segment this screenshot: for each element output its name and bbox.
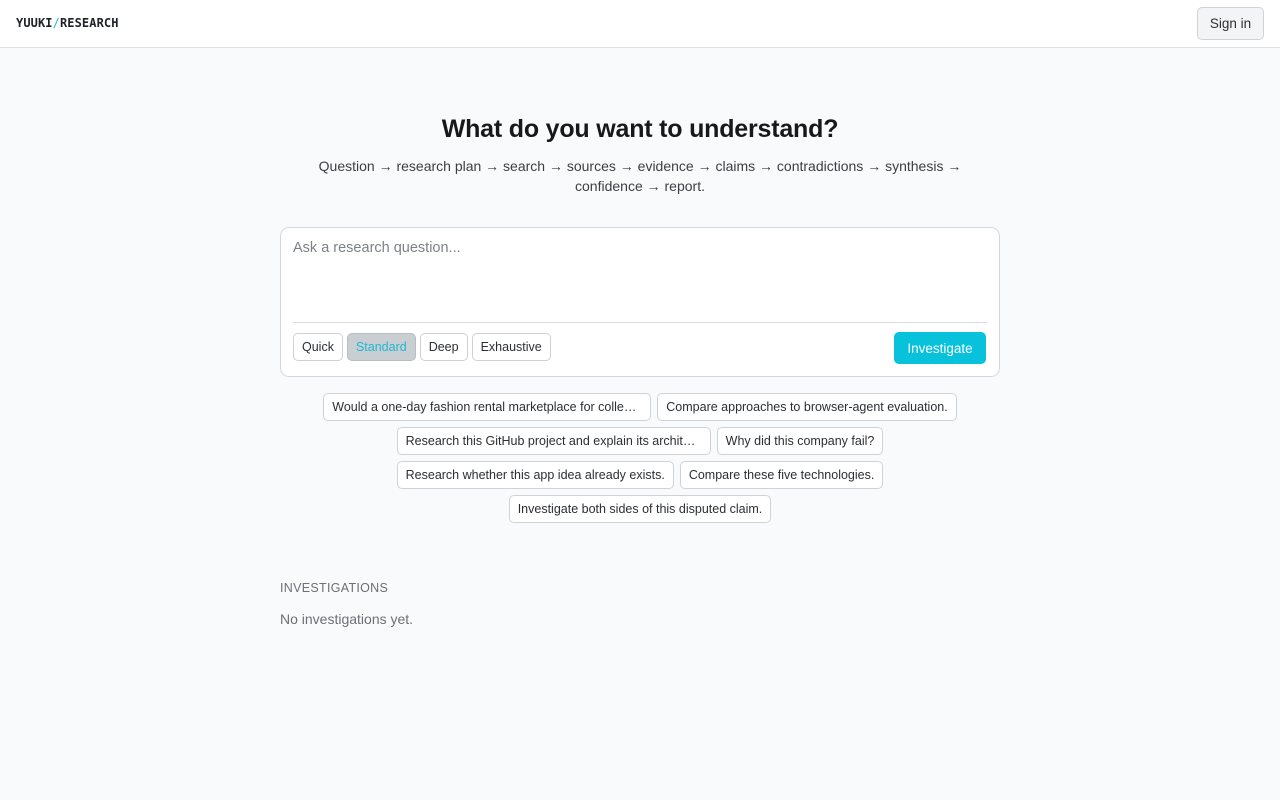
depth-exhaustive-button[interactable]: Exhaustive: [471, 333, 551, 361]
brand-name: YUUKI: [16, 16, 53, 30]
investigations-heading: INVESTIGATIONS: [280, 581, 389, 595]
investigate-button[interactable]: Investigate: [894, 332, 986, 364]
question-composer: Quick Standard Deep Exhaustive Investiga…: [280, 227, 1000, 377]
sign-in-button[interactable]: Sign in: [1197, 7, 1264, 40]
depth-quick-button[interactable]: Quick: [293, 333, 343, 361]
suggestion-chip[interactable]: Compare these five technologies.: [679, 461, 884, 489]
depth-standard-button[interactable]: Standard: [346, 333, 416, 361]
suggestion-chip[interactable]: Compare approaches to browser-agent eval…: [657, 393, 957, 421]
suggestion-list: Would a one-day fashion rental marketpla…: [280, 393, 1000, 523]
pipeline-subtitle: Question → research plan → search → sour…: [318, 158, 962, 194]
research-question-input[interactable]: [293, 240, 987, 320]
suggestion-chip[interactable]: Would a one-day fashion rental marketpla…: [323, 393, 652, 421]
brand-logo[interactable]: YUUKI/RESEARCH: [16, 16, 119, 30]
brand-product: RESEARCH: [59, 16, 119, 30]
brand-separator: /: [52, 16, 60, 30]
top-bar: YUUKI/RESEARCH Sign in: [0, 0, 1280, 48]
investigations-empty-state: No investigations yet.: [280, 611, 414, 627]
depth-deep-button[interactable]: Deep: [419, 333, 468, 361]
composer-divider: [293, 322, 987, 323]
suggestion-chip[interactable]: Why did this company fail?: [716, 427, 884, 455]
depth-selector: Quick Standard Deep Exhaustive: [293, 333, 551, 361]
suggestion-chip[interactable]: Research this GitHub project and explain…: [396, 427, 711, 455]
suggestion-chip[interactable]: Research whether this app idea already e…: [396, 461, 674, 489]
page-title: What do you want to understand?: [441, 115, 839, 143]
suggestion-chip[interactable]: Investigate both sides of this disputed …: [508, 495, 772, 523]
